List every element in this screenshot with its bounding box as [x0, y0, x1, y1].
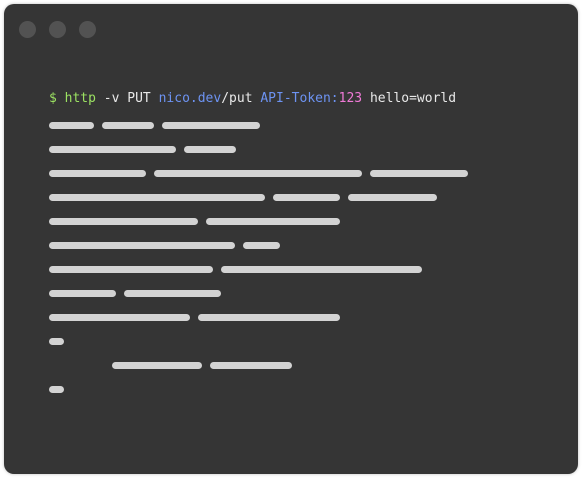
output-placeholder-bar [49, 218, 198, 225]
output-placeholder-bar [49, 266, 213, 273]
output-placeholder-bar [49, 338, 64, 345]
command-line: $ http -v PUT nico.dev/put API-Token:123… [49, 90, 456, 108]
output-placeholder-bar [49, 314, 190, 321]
command-flags: -v PUT [103, 91, 151, 106]
command-header-name: API-Token: [260, 91, 339, 106]
command-program: http [64, 91, 96, 106]
window-minimize-button[interactable] [49, 21, 66, 38]
output-placeholder-bar [273, 194, 340, 201]
output-placeholder-bar [49, 146, 176, 153]
output-placeholder-bar [184, 146, 236, 153]
output-placeholder-bar [49, 194, 265, 201]
command-header-value: 123 [338, 91, 363, 106]
command-body: hello=world [369, 91, 457, 106]
output-placeholder-bar [370, 170, 468, 177]
output-placeholder-bar [49, 386, 64, 393]
command-host: nico [158, 91, 190, 106]
output-placeholder-bar [198, 314, 340, 321]
window-close-button[interactable] [19, 21, 36, 38]
output-placeholder-bar [49, 290, 116, 297]
output-placeholder-bar [112, 362, 202, 369]
command-domain: .dev [189, 91, 222, 106]
output-placeholder-bar [348, 194, 437, 201]
output-placeholder-bar [162, 122, 260, 129]
output-placeholder-bar [49, 170, 146, 177]
output-placeholder-bar [49, 242, 235, 249]
output-placeholder-bar [102, 122, 154, 129]
output-placeholder-bar [221, 266, 422, 273]
window-zoom-button[interactable] [79, 21, 96, 38]
command-path: /put [221, 91, 253, 106]
output-placeholder-bar [243, 242, 280, 249]
output-placeholder-bar [49, 122, 94, 129]
terminal-window: $ http -v PUT nico.dev/put API-Token:123… [4, 4, 578, 474]
output-placeholder-bar [206, 218, 340, 225]
output-placeholder-bar [124, 290, 221, 297]
prompt-symbol: $ [49, 91, 57, 106]
output-placeholder-bar [210, 362, 292, 369]
output-placeholder-bar [154, 170, 362, 177]
